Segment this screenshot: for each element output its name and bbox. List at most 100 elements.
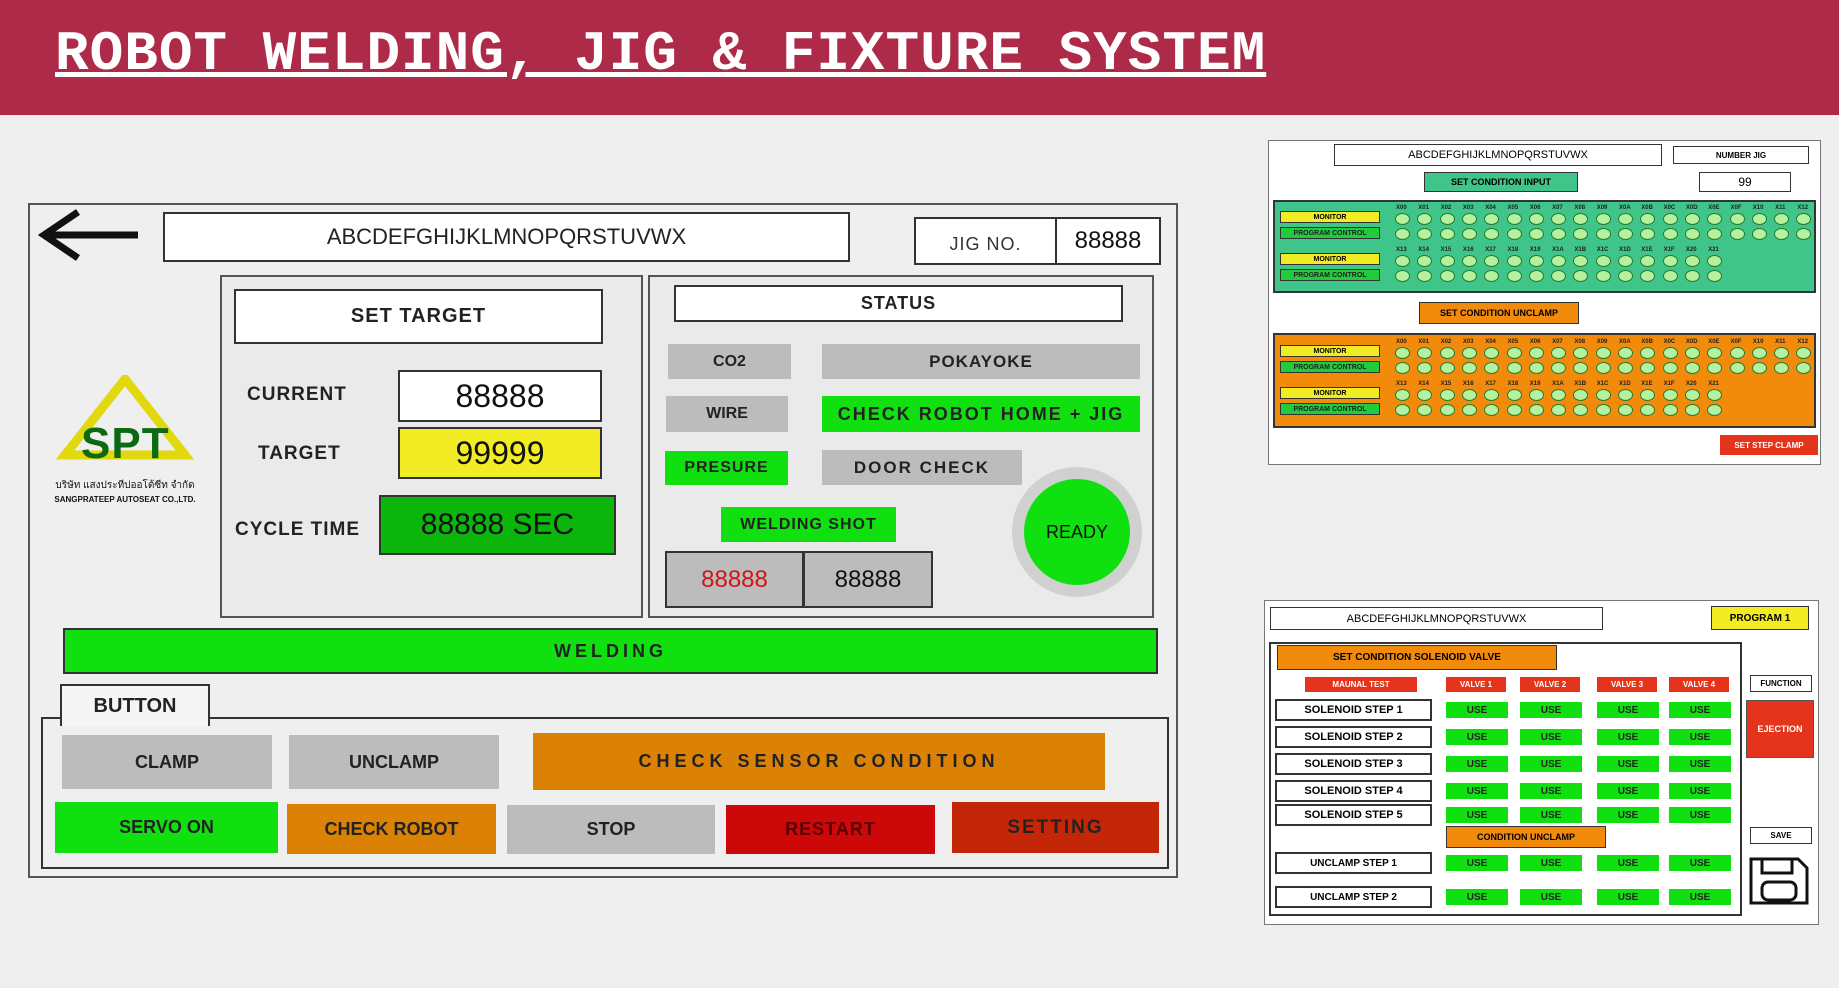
use-button[interactable]: USE: [1597, 889, 1659, 905]
io-lamp-input[interactable]: [1618, 213, 1633, 225]
io-lamp-input[interactable]: [1439, 228, 1455, 240]
use-button[interactable]: USE: [1520, 889, 1582, 905]
io-lamp-unclamp[interactable]: [1595, 389, 1611, 401]
io-lamp-unclamp[interactable]: [1618, 362, 1633, 374]
jig-value[interactable]: 88888: [1055, 217, 1161, 265]
use-button[interactable]: USE: [1669, 855, 1731, 871]
io-lamp-input[interactable]: [1551, 213, 1567, 225]
io-lamp-input[interactable]: [1618, 270, 1633, 282]
use-button[interactable]: USE: [1446, 702, 1508, 718]
io-name-field[interactable]: ABCDEFGHIJKLMNOPQRSTUVWX: [1334, 144, 1662, 166]
use-button[interactable]: USE: [1520, 756, 1582, 772]
use-button[interactable]: USE: [1597, 807, 1659, 823]
use-button[interactable]: USE: [1520, 729, 1582, 745]
io-lamp-input[interactable]: [1662, 270, 1678, 282]
io-lamp-input[interactable]: [1461, 228, 1477, 240]
io-lamp-unclamp[interactable]: [1774, 362, 1790, 374]
io-lamp-unclamp[interactable]: [1528, 362, 1544, 374]
back-arrow-icon[interactable]: [37, 208, 140, 262]
io-lamp-unclamp[interactable]: [1528, 347, 1544, 359]
io-lamp-unclamp[interactable]: [1395, 347, 1410, 359]
io-lamp-unclamp[interactable]: [1684, 404, 1700, 416]
use-button[interactable]: USE: [1669, 889, 1731, 905]
io-lamp-input[interactable]: [1395, 213, 1410, 225]
io-lamp-input[interactable]: [1395, 255, 1410, 267]
servo-on-button[interactable]: SERVO ON: [55, 802, 278, 853]
io-lamp-unclamp[interactable]: [1461, 362, 1477, 374]
use-button[interactable]: USE: [1446, 783, 1508, 799]
io-lamp-input[interactable]: [1684, 228, 1700, 240]
use-button[interactable]: USE: [1446, 889, 1508, 905]
valve-header[interactable]: VALVE 3: [1597, 677, 1657, 692]
io-lamp-input[interactable]: [1662, 255, 1678, 267]
io-lamp-unclamp[interactable]: [1729, 347, 1745, 359]
io-lamp-unclamp[interactable]: [1439, 362, 1455, 374]
use-button[interactable]: USE: [1669, 702, 1731, 718]
io-lamp-unclamp[interactable]: [1439, 347, 1455, 359]
io-lamp-unclamp[interactable]: [1618, 389, 1633, 401]
io-lamp-unclamp[interactable]: [1595, 347, 1611, 359]
io-lamp-unclamp[interactable]: [1395, 404, 1410, 416]
valve-header[interactable]: VALVE 2: [1520, 677, 1580, 692]
use-button[interactable]: USE: [1597, 783, 1659, 799]
io-lamp-input[interactable]: [1684, 255, 1700, 267]
io-lamp-unclamp[interactable]: [1618, 404, 1633, 416]
io-lamp-unclamp[interactable]: [1528, 389, 1544, 401]
io-lamp-input[interactable]: [1684, 213, 1700, 225]
io-lamp-input[interactable]: [1618, 228, 1633, 240]
use-button[interactable]: USE: [1520, 783, 1582, 799]
io-lamp-unclamp[interactable]: [1461, 404, 1477, 416]
io-lamp-input[interactable]: [1595, 270, 1611, 282]
ejection-button[interactable]: EJECTION: [1746, 700, 1814, 758]
io-lamp-input[interactable]: [1729, 228, 1745, 240]
use-button[interactable]: USE: [1669, 783, 1731, 799]
solenoid-step-button[interactable]: SOLENOID STEP 2: [1275, 726, 1432, 748]
io-lamp-unclamp[interactable]: [1662, 362, 1678, 374]
io-lamp-input[interactable]: [1684, 270, 1700, 282]
solenoid-step-button[interactable]: SOLENOID STEP 1: [1275, 699, 1432, 721]
set-step-clamp-button[interactable]: SET STEP CLAMP: [1720, 435, 1818, 455]
use-button[interactable]: USE: [1669, 729, 1731, 745]
io-lamp-unclamp[interactable]: [1662, 404, 1678, 416]
restart-button[interactable]: RESTART: [726, 805, 935, 854]
io-lamp-unclamp[interactable]: [1551, 362, 1567, 374]
io-lamp-unclamp[interactable]: [1395, 389, 1410, 401]
io-lamp-input[interactable]: [1551, 270, 1567, 282]
io-lamp-input[interactable]: [1439, 213, 1455, 225]
io-lamp-input[interactable]: [1751, 228, 1767, 240]
io-lamp-unclamp[interactable]: [1551, 404, 1567, 416]
io-lamp-input[interactable]: [1595, 228, 1611, 240]
io-lamp-unclamp[interactable]: [1684, 389, 1700, 401]
io-lamp-unclamp[interactable]: [1551, 389, 1567, 401]
io-lamp-input[interactable]: [1439, 255, 1455, 267]
io-lamp-unclamp[interactable]: [1751, 362, 1767, 374]
use-button[interactable]: USE: [1597, 729, 1659, 745]
solenoid-step-button[interactable]: SOLENOID STEP 3: [1275, 753, 1432, 775]
target-value[interactable]: 99999: [398, 427, 602, 479]
io-lamp-input[interactable]: [1461, 255, 1477, 267]
io-lamp-unclamp[interactable]: [1684, 362, 1700, 374]
io-lamp-unclamp[interactable]: [1684, 347, 1700, 359]
io-lamp-input[interactable]: [1774, 228, 1790, 240]
io-lamp-input[interactable]: [1618, 255, 1633, 267]
use-button[interactable]: USE: [1520, 855, 1582, 871]
io-lamp-input[interactable]: [1595, 213, 1611, 225]
io-lamp-input[interactable]: [1774, 213, 1790, 225]
io-lamp-unclamp[interactable]: [1774, 347, 1790, 359]
io-lamp-input[interactable]: [1506, 270, 1522, 282]
io-lamp-unclamp[interactable]: [1551, 347, 1567, 359]
io-lamp-unclamp[interactable]: [1439, 404, 1455, 416]
io-lamp-input[interactable]: [1551, 255, 1567, 267]
io-lamp-unclamp[interactable]: [1618, 347, 1633, 359]
program-label[interactable]: PROGRAM 1: [1711, 606, 1809, 630]
use-button[interactable]: USE: [1520, 807, 1582, 823]
io-lamp-unclamp[interactable]: [1506, 404, 1522, 416]
io-lamp-input[interactable]: [1461, 270, 1477, 282]
io-lamp-input[interactable]: [1551, 228, 1567, 240]
io-lamp-input[interactable]: [1528, 213, 1544, 225]
io-lamp-unclamp[interactable]: [1595, 404, 1611, 416]
io-lamp-unclamp[interactable]: [1595, 362, 1611, 374]
io-lamp-input[interactable]: [1506, 213, 1522, 225]
use-button[interactable]: USE: [1597, 756, 1659, 772]
io-lamp-input[interactable]: [1506, 228, 1522, 240]
